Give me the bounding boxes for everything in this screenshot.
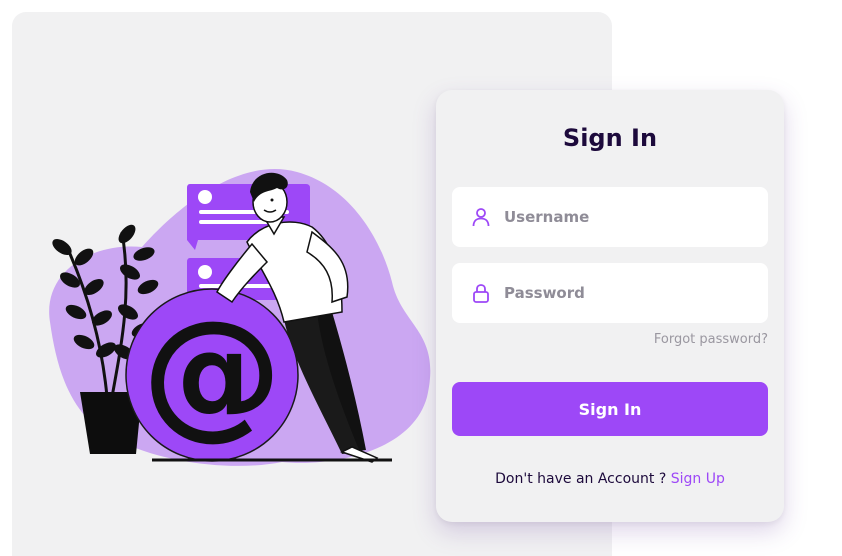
login-title: Sign In (562, 124, 658, 152)
email-at-icon: @ (125, 288, 299, 462)
lock-icon (470, 282, 492, 304)
sign-in-button[interactable]: Sign In (452, 382, 768, 436)
forgot-password-link[interactable]: Forgot password? (654, 332, 768, 347)
password-input[interactable] (504, 273, 754, 313)
svg-text:@: @ (142, 291, 282, 454)
signup-prompt-text: Don't have an Account ? (495, 471, 667, 487)
user-icon (470, 206, 492, 228)
login-card: Sign In Forgot password? Sign In Don't h… (436, 90, 784, 522)
sign-up-link[interactable]: Sign Up (671, 471, 725, 487)
username-input[interactable] (504, 197, 754, 237)
email-illustration: @ (49, 169, 431, 466)
password-field[interactable] (452, 263, 768, 323)
username-field[interactable] (452, 187, 768, 247)
signup-prompt-line: Don't have an Account ? Sign Up (436, 471, 784, 487)
